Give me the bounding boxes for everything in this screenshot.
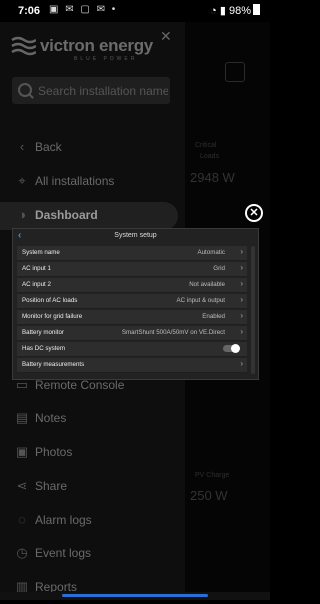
close-drawer-icon[interactable]: ✕: [160, 28, 172, 45]
toggle-knob: [231, 344, 240, 353]
event-icon: ◷: [16, 545, 28, 560]
chevron-right-icon: ›: [240, 359, 243, 368]
chevron-right-icon: ›: [240, 279, 243, 288]
row-monitor-grid-failure[interactable]: Monitor for grid failure Enabled ›: [17, 310, 247, 325]
nav-item-notes[interactable]: ▤ Notes: [0, 405, 185, 435]
status-time: 7:06: [18, 5, 41, 17]
chevron-right-icon: ›: [240, 247, 243, 256]
row-position-ac-loads[interactable]: Position of AC loads AC input & output ›: [17, 294, 247, 309]
location-pin-icon: ⌖: [18, 173, 26, 188]
battery-percent: 98%: [228, 5, 251, 17]
status-bar: 7:06 ▣ ✉ ▢ ✉ • ◔ ▮ 98%: [0, 0, 270, 22]
chevron-right-icon: ›: [240, 311, 243, 320]
chevron-right-icon: ›: [240, 263, 243, 272]
dialog-title: System setup: [114, 232, 157, 239]
bg-label-pv: PV Charge: [195, 472, 230, 479]
notification-bell-icon: [225, 62, 245, 82]
battery-icon: [253, 4, 260, 15]
nav-item-photos[interactable]: ▣ Photos: [0, 439, 185, 469]
row-ac-input-1[interactable]: AC input 1 Grid ›: [17, 262, 247, 277]
victron-logo: victron energy BLUE POWER: [10, 32, 170, 68]
row-ac-input-2[interactable]: AC input 2 Not available ›: [17, 278, 247, 293]
dc-system-toggle[interactable]: [223, 344, 240, 353]
dialog-scrollbar[interactable]: [251, 246, 255, 374]
wifi-icon: ◔: [210, 5, 217, 17]
system-setup-dialog: ‹ System setup System name Automatic › A…: [12, 228, 259, 380]
home-indicator[interactable]: [62, 594, 208, 597]
nav-item-all-installations[interactable]: ⌖ All installations: [0, 168, 185, 198]
share-icon: ⋖: [16, 478, 28, 493]
console-icon: ▭: [15, 377, 29, 392]
bg-label-loads: Loads: [200, 153, 220, 160]
nav-item-share[interactable]: ⋖ Share: [0, 473, 185, 503]
search-placeholder: Search installation name: [38, 84, 168, 98]
notification-icons: ▣ ✉ ▢ ✉ •: [49, 4, 118, 15]
close-icon: ✕: [247, 206, 261, 220]
bg-loads-value: 2948 W: [190, 170, 235, 185]
gesture-bar: [0, 592, 270, 600]
status-right: ◔ ▮ 98%: [210, 4, 260, 17]
note-icon: ▤: [15, 410, 29, 425]
gauge-icon: ◑: [18, 207, 26, 222]
alarm-icon: ◌: [18, 512, 26, 527]
chevron-right-icon: ›: [240, 295, 243, 304]
row-battery-monitor[interactable]: Battery monitor SmartShunt 500A/50mV on …: [17, 326, 247, 341]
bg-label-critical: Critical: [195, 142, 217, 149]
modal-close-button[interactable]: ✕: [245, 204, 263, 222]
row-has-dc-system: Has DC system: [17, 342, 247, 357]
search-input[interactable]: Search installation name: [12, 77, 170, 104]
chevron-right-icon: ›: [240, 327, 243, 336]
bg-pv-value: 250 W: [190, 488, 228, 503]
signal-icon: ▮: [219, 5, 226, 17]
victron-wave-icon: [11, 36, 36, 56]
nav-item-back[interactable]: ‹ Back: [0, 134, 185, 164]
nav-item-alarm-logs[interactable]: ◌ Alarm logs: [0, 507, 185, 537]
chevron-left-icon: ‹: [19, 139, 25, 154]
row-system-name[interactable]: System name Automatic ›: [17, 246, 247, 261]
nav-item-dashboard[interactable]: ◑ Dashboard: [0, 202, 178, 230]
search-icon: [18, 83, 32, 97]
nav-item-event-logs[interactable]: ◷ Event logs: [0, 540, 185, 570]
photo-icon: ▣: [15, 444, 29, 459]
brand-tagline: BLUE POWER: [74, 56, 138, 62]
brand-name: victron energy: [40, 36, 153, 55]
row-battery-measurements[interactable]: Battery measurements ›: [17, 358, 247, 373]
